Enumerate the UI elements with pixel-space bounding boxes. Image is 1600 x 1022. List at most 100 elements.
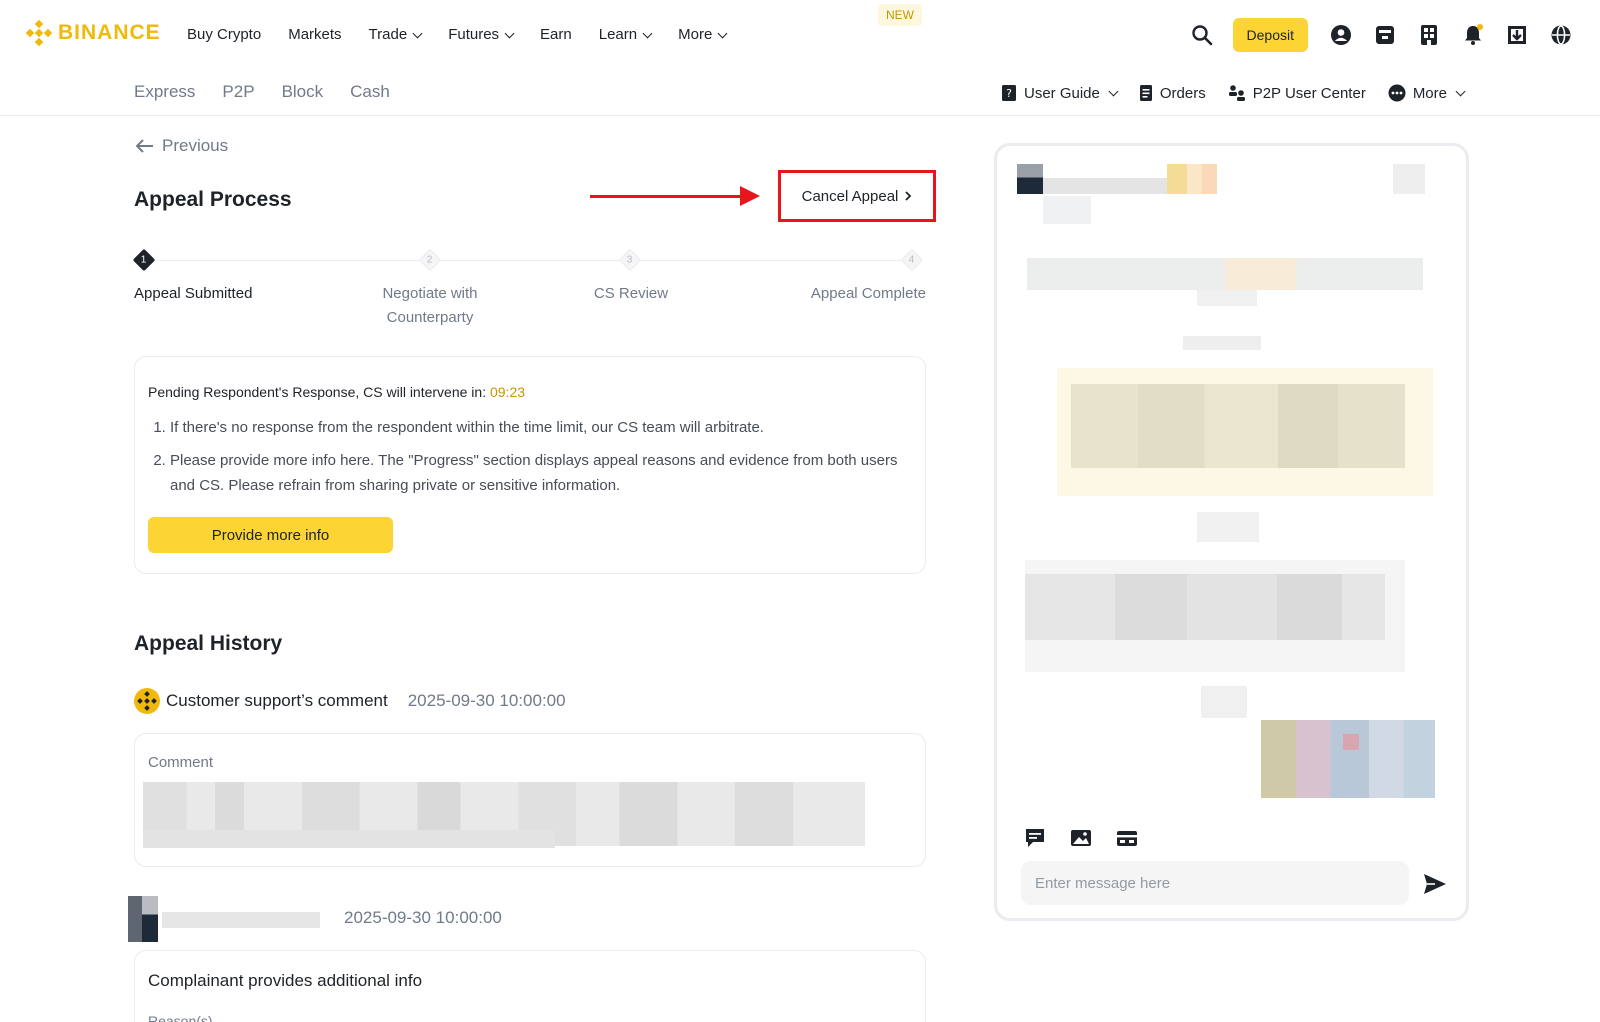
step-2-label: Negotiate with Counterparty (382, 285, 478, 326)
image-upload-icon[interactable] (1069, 826, 1093, 850)
annotation-arrow-head (740, 186, 760, 206)
search-icon[interactable] (1191, 24, 1213, 46)
redacted-system-notice (1027, 258, 1423, 290)
user-icon[interactable] (1330, 24, 1352, 46)
previous-link[interactable]: Previous (136, 136, 228, 156)
tab-cash[interactable]: Cash (350, 82, 390, 102)
nav-label: Learn (598, 26, 638, 43)
stepper-track (144, 260, 916, 261)
appeal-notes: If there's no response from the responde… (148, 415, 898, 506)
redacted-image-attachment (1261, 720, 1435, 798)
top-navigation: BINANCE Buy Crypto Markets Trade Futures… (0, 0, 1600, 70)
redacted-image-accent (1343, 734, 1359, 750)
step-number: 4 (909, 254, 915, 266)
nav-label: Futures (448, 26, 500, 43)
nav-markets[interactable]: Markets (288, 26, 341, 43)
redacted-timestamp-2 (1197, 512, 1259, 542)
note-item: Please provide more info here. The "Prog… (170, 448, 898, 498)
redacted-timestamp (1183, 336, 1261, 350)
subnav-actions: ? User Guide Orders P2P User Center More (979, 84, 1466, 102)
tab-block[interactable]: Block (282, 82, 324, 102)
redacted-chat-header (1017, 164, 1043, 194)
nav-futures[interactable]: Futures (448, 26, 515, 43)
tab-p2p[interactable]: P2P (222, 82, 254, 102)
svg-text:?: ? (1006, 87, 1012, 100)
send-icon[interactable] (1422, 871, 1448, 897)
redacted-timestamp-3 (1201, 686, 1247, 718)
chat-panel (994, 143, 1469, 921)
nav-label: More (678, 26, 713, 43)
quick-reply-icon[interactable] (1023, 826, 1047, 850)
chevron-down-icon (717, 28, 728, 38)
redacted-chat-name (1043, 178, 1167, 194)
subnav-more[interactable]: More (1388, 84, 1466, 102)
note-item: If there's no response from the responde… (170, 415, 898, 440)
nav-trade[interactable]: Trade (368, 26, 423, 43)
globe-icon[interactable] (1550, 24, 1572, 46)
step-3-label: CS Review (593, 285, 669, 302)
comment-label: Comment (148, 754, 214, 771)
cancel-appeal-button[interactable]: Cancel Appeal (778, 170, 936, 222)
tab-express[interactable]: Express (134, 82, 195, 102)
cs-comment-card: Comment (134, 733, 926, 867)
step-4-label: Appeal Complete (810, 285, 926, 302)
subnav-tabs: Express P2P Block Cash (134, 82, 417, 102)
redacted-notice-tail (1197, 290, 1257, 306)
binance-logo[interactable]: BINANCE (26, 20, 161, 46)
provide-more-info-button[interactable]: Provide more info (148, 517, 393, 553)
p2p-subnav: Express P2P Block Cash ? User Guide Orde… (0, 70, 1600, 116)
wallet-icon[interactable] (1374, 24, 1396, 46)
new-badge: NEW (878, 4, 922, 26)
redacted-chat-sub (1043, 196, 1091, 224)
step-number: 1 (141, 254, 147, 266)
user-guide-link[interactable]: ? User Guide (1001, 84, 1119, 102)
deposit-button[interactable]: Deposit (1232, 18, 1308, 52)
step-1-marker: 1 (132, 248, 156, 272)
redacted-message-text-other (1025, 574, 1385, 640)
reasons-label: Reason(s) (148, 1013, 213, 1022)
binance-support-avatar (134, 688, 160, 714)
additional-info-title: Complainant provides additional info (148, 971, 423, 990)
chat-toolbar (1023, 826, 1139, 850)
redacted-message-text-self (1071, 384, 1405, 468)
arrow-left-icon (136, 139, 153, 153)
nav-learn[interactable]: Learn (598, 26, 653, 43)
binance-logo-icon (26, 20, 52, 46)
orders-icon[interactable] (1418, 24, 1440, 46)
chevron-down-icon (642, 28, 653, 38)
orders-link[interactable]: Orders (1139, 84, 1206, 102)
nav-label: Buy Crypto (187, 26, 262, 43)
nav-more[interactable]: More (678, 26, 728, 43)
step-2-marker: 2 (418, 248, 442, 272)
p2p-user-center-link[interactable]: P2P User Center (1228, 84, 1366, 102)
users-icon (1228, 85, 1245, 101)
more-label: More (1412, 84, 1447, 102)
complainant-entry-time: 2025-09-30 10:00:00 (344, 908, 502, 927)
payment-card-icon[interactable] (1115, 826, 1139, 850)
chat-message-input[interactable] (1021, 861, 1409, 905)
cancel-appeal-label: Cancel Appeal (801, 187, 899, 205)
nav-label: Trade (368, 26, 408, 43)
guide-book-icon: ? (1001, 85, 1016, 101)
pending-response-card: Pending Respondent's Response, CS will i… (134, 356, 926, 574)
nav-label: Earn (540, 26, 572, 43)
pending-status: Pending Respondent's Response, CS will i… (148, 384, 525, 400)
complainant-entry-header: 2025-09-30 10:00:00 (128, 896, 648, 942)
chevron-right-icon (905, 191, 912, 201)
redacted-comment-line2 (143, 830, 555, 848)
bell-icon[interactable] (1462, 24, 1484, 46)
orders-label: Orders (1159, 84, 1206, 102)
step-4-marker: 4 (900, 248, 924, 272)
download-icon[interactable] (1506, 24, 1528, 46)
step-number: 3 (627, 254, 633, 266)
countdown-timer: 09:23 (489, 384, 526, 400)
nav-buy-crypto[interactable]: Buy Crypto (187, 26, 261, 43)
more-dots-icon (1388, 84, 1406, 102)
cs-comment-label: Customer support’s comment (166, 691, 388, 710)
nav-earn[interactable]: Earn (540, 26, 572, 43)
appeal-history-title: Appeal History (134, 632, 283, 655)
header-actions: Deposit (1191, 18, 1572, 52)
appeal-stepper: 1 2 3 4 Appeal Submitted Negotiate with … (132, 248, 926, 330)
redacted-chat-badge (1167, 164, 1217, 194)
main-menu: Buy Crypto Markets Trade Futures Earn Le… (187, 26, 753, 43)
